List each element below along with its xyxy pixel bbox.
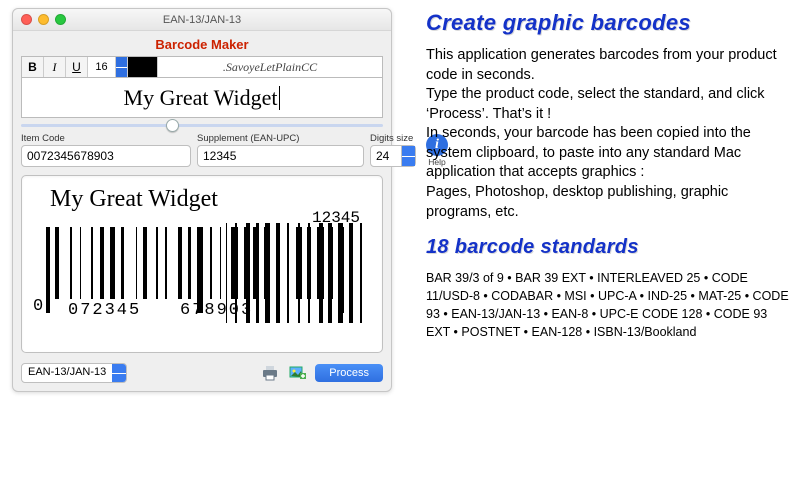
barcode-group2-digits: 678903 [180,301,253,320]
barcode-lead-digit: 0 [33,297,45,316]
standard-select[interactable]: EAN-13/JAN-13 [21,363,127,383]
font-size-field[interactable]: 16 [88,57,116,77]
digits-size-input[interactable] [370,145,402,167]
italic-button[interactable]: I [44,57,66,77]
standard-select-value: EAN-13/JAN-13 [22,364,112,382]
font-toolbar: B I U 16 .SavoyeLetPlainCC [21,56,383,78]
title-text-input[interactable]: My Great Widget [21,78,383,118]
barcode-group1-digits: 072345 [68,301,141,320]
standards-list: BAR 39/3 of 9 • BAR 39 EXT • INTERLEAVED… [426,269,790,342]
app-window: EAN-13/JAN-13 Barcode Maker B I U 16 .Sa… [12,8,392,392]
item-code-label: Item Code [21,133,191,144]
font-name-label[interactable]: .SavoyeLetPlainCC [158,57,382,77]
underline-button[interactable]: U [66,57,88,77]
process-button[interactable]: Process [315,364,383,382]
font-size-stepper[interactable] [116,57,128,77]
supplement-label: Supplement (EAN-UPC) [197,133,364,144]
marketing-heading-2: 18 barcode standards [426,236,790,259]
title-size-slider[interactable] [21,124,383,127]
bold-button[interactable]: B [22,57,44,77]
barcode-preview: My Great Widget 12345 0 072345 678903 [21,175,383,353]
color-swatch[interactable] [128,57,158,77]
item-code-input[interactable] [21,145,191,167]
chevron-updown-icon [112,364,126,382]
titlebar: EAN-13/JAN-13 [13,9,391,31]
supplement-input[interactable] [197,145,364,167]
export-image-icon[interactable] [287,363,309,383]
app-title: Barcode Maker [21,37,383,52]
marketing-heading-1: Create graphic barcodes [426,10,790,36]
print-icon[interactable] [259,363,281,383]
slider-thumb[interactable] [166,119,179,132]
marketing-body: This application generates barcodes from… [426,46,790,222]
window-title: EAN-13/JAN-13 [13,14,391,26]
title-text-value: My Great Widget [124,85,278,111]
